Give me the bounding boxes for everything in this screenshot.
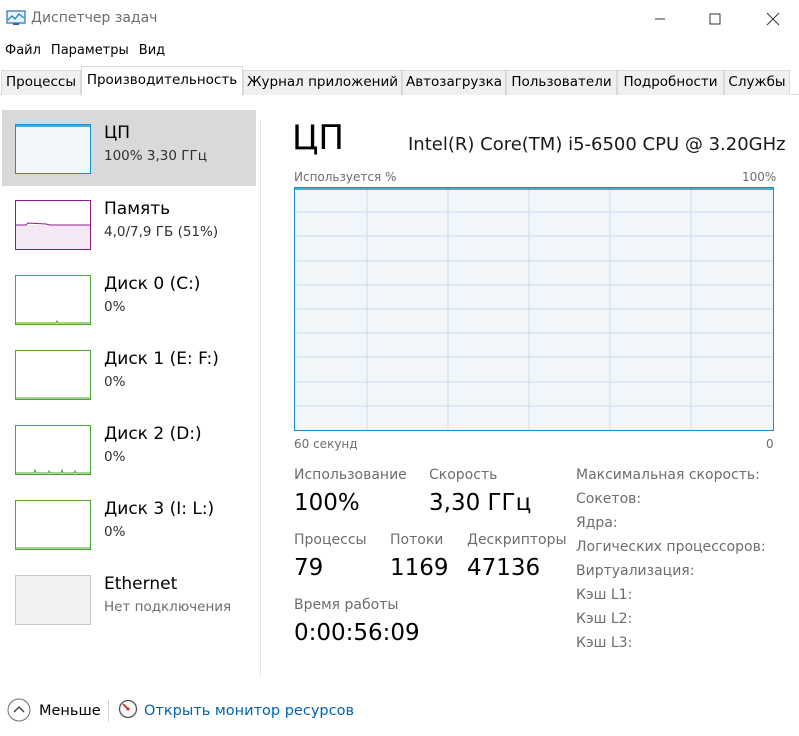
menu-view[interactable]: Вид bbox=[134, 40, 170, 62]
sidebar-item-disk-0[interactable]: Диск 0 (C:) 0% bbox=[2, 261, 256, 337]
title-bar: Диспетчер задач bbox=[0, 0, 799, 38]
sidebar-item-label: Диск 2 (D:) bbox=[104, 424, 202, 444]
processes-label: Процессы bbox=[294, 532, 367, 548]
open-resource-monitor-link[interactable]: Открыть монитор ресурсов bbox=[144, 703, 354, 719]
cpu-usage-plot bbox=[295, 188, 773, 430]
sidebar-item-value: 0% bbox=[104, 299, 126, 315]
sidebar-item-value: 0% bbox=[104, 374, 126, 390]
sidebar-item-disk-1[interactable]: Диск 1 (E: F:) 0% bbox=[2, 336, 256, 412]
footer-divider bbox=[108, 700, 109, 722]
resource-monitor-icon[interactable] bbox=[118, 699, 138, 719]
graph-axis-label: Используется % bbox=[294, 170, 397, 184]
sidebar-item-label: Память bbox=[104, 199, 171, 219]
sidebar-item-cpu[interactable]: ЦП 100% 3,30 ГГц bbox=[2, 110, 256, 186]
spec-virtualization: Виртуализация: bbox=[576, 563, 695, 579]
graph-max-label: 100% bbox=[742, 170, 777, 184]
cpu-usage-graph bbox=[294, 187, 774, 431]
threads-value: 1169 bbox=[390, 555, 449, 581]
menu-bar: Файл Параметры Вид bbox=[0, 40, 170, 62]
sidebar-item-label: ЦП bbox=[104, 123, 130, 143]
tab-performance[interactable]: Производительность bbox=[81, 66, 243, 96]
fewer-details-button[interactable]: Меньше bbox=[39, 703, 101, 719]
menu-options[interactable]: Параметры bbox=[46, 40, 134, 62]
tab-users[interactable]: Пользователи bbox=[506, 70, 617, 95]
threads-label: Потоки bbox=[390, 532, 444, 548]
tab-startup[interactable]: Автозагрузка bbox=[402, 70, 506, 95]
spec-cores: Ядра: bbox=[576, 515, 618, 531]
usage-value: 100% bbox=[294, 490, 360, 516]
spec-cache-l2: Кэш L2: bbox=[576, 611, 633, 627]
task-manager-icon bbox=[6, 10, 26, 26]
graph-time-label: 60 секунд bbox=[294, 437, 358, 451]
sidebar-item-value: 100% 3,30 ГГц bbox=[104, 148, 207, 164]
disk-1-thumbnail bbox=[15, 350, 91, 400]
sidebar-item-value: Нет подключения bbox=[104, 599, 232, 615]
sidebar-item-label: Диск 0 (C:) bbox=[104, 274, 201, 294]
sidebar-item-label: Диск 3 (I: L:) bbox=[104, 499, 215, 519]
usage-label: Использование bbox=[294, 467, 407, 483]
spec-cache-l1: Кэш L1: bbox=[576, 587, 633, 603]
disk-0-thumbnail bbox=[15, 275, 91, 325]
uptime-value: 0:00:56:09 bbox=[294, 620, 420, 646]
spec-logical-processors: Логических процессоров: bbox=[576, 539, 766, 555]
disk-2-thumbnail bbox=[15, 425, 91, 475]
disk-3-thumbnail bbox=[15, 500, 91, 550]
resource-sidebar: ЦП 100% 3,30 ГГц Память 4,0/7,9 ГБ (51%)… bbox=[0, 108, 258, 683]
menu-file[interactable]: Файл bbox=[0, 40, 46, 62]
spec-sockets: Сокетов: bbox=[576, 491, 642, 507]
handles-value: 47136 bbox=[467, 555, 541, 581]
memory-thumbnail bbox=[15, 200, 91, 250]
speed-label: Скорость bbox=[429, 467, 498, 483]
sidebar-item-value: 0% bbox=[104, 449, 126, 465]
sidebar-item-label: Диск 1 (E: F:) bbox=[104, 349, 219, 369]
cpu-thumbnail bbox=[15, 124, 91, 174]
close-button[interactable] bbox=[750, 0, 796, 38]
tab-services[interactable]: Службы bbox=[724, 70, 790, 95]
window-title: Диспетчер задач bbox=[31, 10, 158, 26]
graph-min-label: 0 bbox=[766, 437, 774, 451]
processes-value: 79 bbox=[294, 555, 324, 581]
sidebar-item-label: Ethernet bbox=[104, 574, 178, 594]
page-title: ЦП bbox=[292, 118, 344, 158]
footer-bar: Меньше Открыть монитор ресурсов bbox=[0, 690, 799, 736]
spec-max-speed: Максимальная скорость: bbox=[576, 467, 760, 483]
ethernet-thumbnail bbox=[15, 575, 91, 625]
sidebar-item-disk-2[interactable]: Диск 2 (D:) 0% bbox=[2, 411, 256, 487]
speed-value: 3,30 ГГц bbox=[429, 490, 532, 516]
sidebar-item-memory[interactable]: Память 4,0/7,9 ГБ (51%) bbox=[2, 186, 256, 262]
sidebar-item-disk-3[interactable]: Диск 3 (I: L:) 0% bbox=[2, 486, 256, 562]
chevron-up-icon[interactable] bbox=[7, 698, 31, 722]
minimize-button[interactable] bbox=[637, 0, 683, 38]
uptime-label: Время работы bbox=[294, 597, 399, 613]
tab-strip: Процессы Производительность Журнал прило… bbox=[0, 66, 799, 96]
cpu-model: Intel(R) Core(TM) i5-6500 CPU @ 3.20GHz bbox=[408, 134, 786, 155]
tab-details[interactable]: Подробности bbox=[617, 70, 724, 95]
sidebar-item-value: 0% bbox=[104, 524, 126, 540]
tab-processes[interactable]: Процессы bbox=[1, 70, 81, 95]
spec-cache-l3: Кэш L3: bbox=[576, 635, 633, 651]
sidebar-item-value: 4,0/7,9 ГБ (51%) bbox=[104, 224, 219, 240]
handles-label: Дескрипторы bbox=[467, 532, 567, 548]
sidebar-divider bbox=[260, 120, 261, 676]
maximize-button[interactable] bbox=[692, 0, 738, 38]
sidebar-item-ethernet[interactable]: Ethernet Нет подключения bbox=[2, 561, 256, 637]
tab-app-history[interactable]: Журнал приложений bbox=[243, 70, 402, 95]
